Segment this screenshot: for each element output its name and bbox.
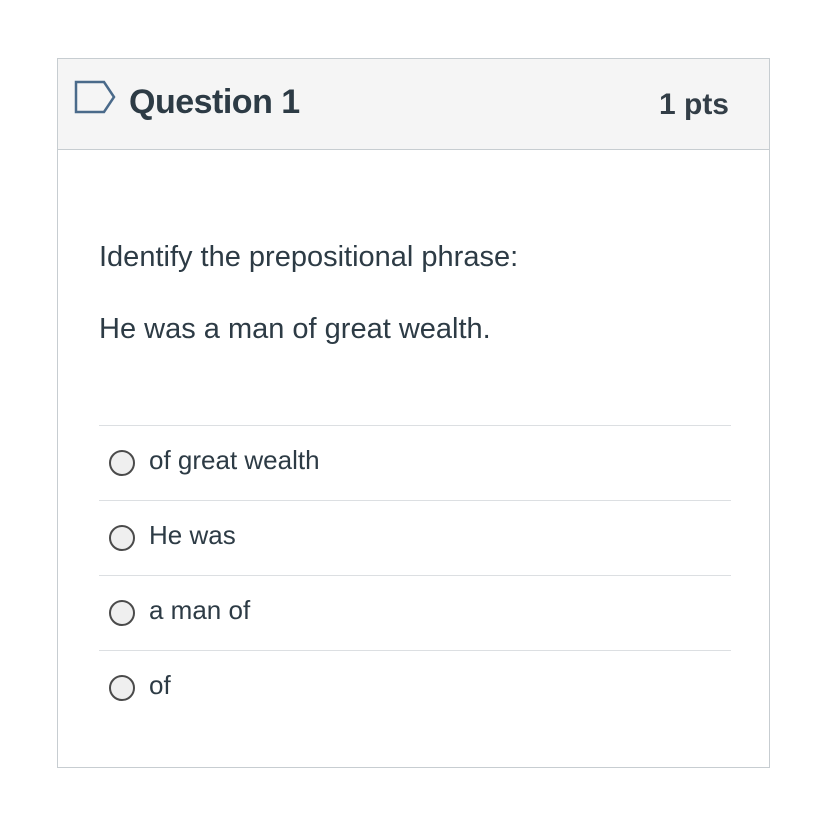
answer-option[interactable]: He was (99, 500, 731, 575)
answer-option[interactable]: of (99, 650, 731, 725)
answer-option[interactable]: a man of (99, 575, 731, 650)
radio-button[interactable] (109, 450, 135, 476)
question-sentence: He was a man of great wealth. (99, 313, 491, 345)
answer-label[interactable]: He was (149, 520, 236, 551)
radio-button[interactable] (109, 675, 135, 701)
answer-label[interactable]: a man of (149, 595, 250, 626)
question-card: Question 1 1 pts Identify the prepositio… (57, 58, 770, 768)
question-prompt: Identify the prepositional phrase: (99, 241, 519, 273)
radio-button[interactable] (109, 525, 135, 551)
radio-button[interactable] (109, 600, 135, 626)
question-title: Question 1 (129, 83, 300, 121)
flag-icon[interactable] (74, 80, 116, 114)
answer-label[interactable]: of great wealth (149, 445, 320, 476)
question-points: 1 pts (658, 88, 729, 121)
answer-option[interactable]: of great wealth (99, 425, 731, 500)
answer-list: of great wealth He was a man of of (99, 425, 731, 725)
question-header: Question 1 1 pts (58, 59, 769, 150)
question-text: Identify the prepositional phrase: He wa… (99, 237, 518, 349)
answer-label[interactable]: of (149, 670, 171, 701)
